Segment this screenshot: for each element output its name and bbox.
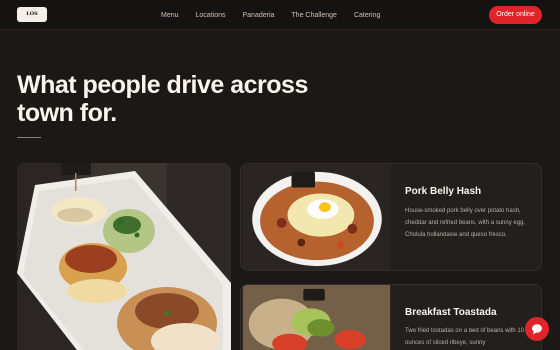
brand-logo[interactable]: LOS	[17, 7, 47, 22]
card-description: Two fried tostadas on a bed of beans wit…	[405, 328, 525, 346]
nav-link-menu[interactable]: Menu	[161, 11, 179, 20]
dish-card-breakfast-toastada[interactable]: Breakfast Toastada Two fried tostadas on…	[240, 284, 542, 350]
top-nav: LOS Menu Locations Panaderia The Challen…	[0, 0, 560, 30]
nav-link-the-challenge[interactable]: The Challenge	[291, 11, 337, 20]
dish-card-pork-belly-hash[interactable]: Pork Belly Hash House-smoked pork belly …	[240, 163, 542, 271]
breakfast-toastada-image	[242, 285, 391, 350]
featured-dish-image	[17, 163, 231, 350]
nav-link-catering[interactable]: Catering	[354, 11, 380, 20]
hero-title: What people drive across town for.	[17, 71, 308, 127]
nav-links: Menu Locations Panaderia The Challenge C…	[161, 11, 380, 20]
card-description: House-smoked pork belly over potato hash…	[405, 208, 526, 238]
nav-link-panaderia[interactable]: Panaderia	[242, 11, 274, 20]
chat-bubble-icon	[532, 324, 542, 335]
featured-dish-photo	[17, 163, 231, 350]
nav-link-locations[interactable]: Locations	[196, 11, 226, 20]
chat-button[interactable]	[525, 317, 549, 341]
card-title: Pork Belly Hash	[405, 186, 482, 197]
pork-belly-hash-image	[242, 164, 391, 270]
hero-divider	[17, 137, 41, 138]
order-online-button[interactable]: Order online	[489, 6, 542, 24]
card-title: Breakfast Toastada	[405, 307, 497, 318]
